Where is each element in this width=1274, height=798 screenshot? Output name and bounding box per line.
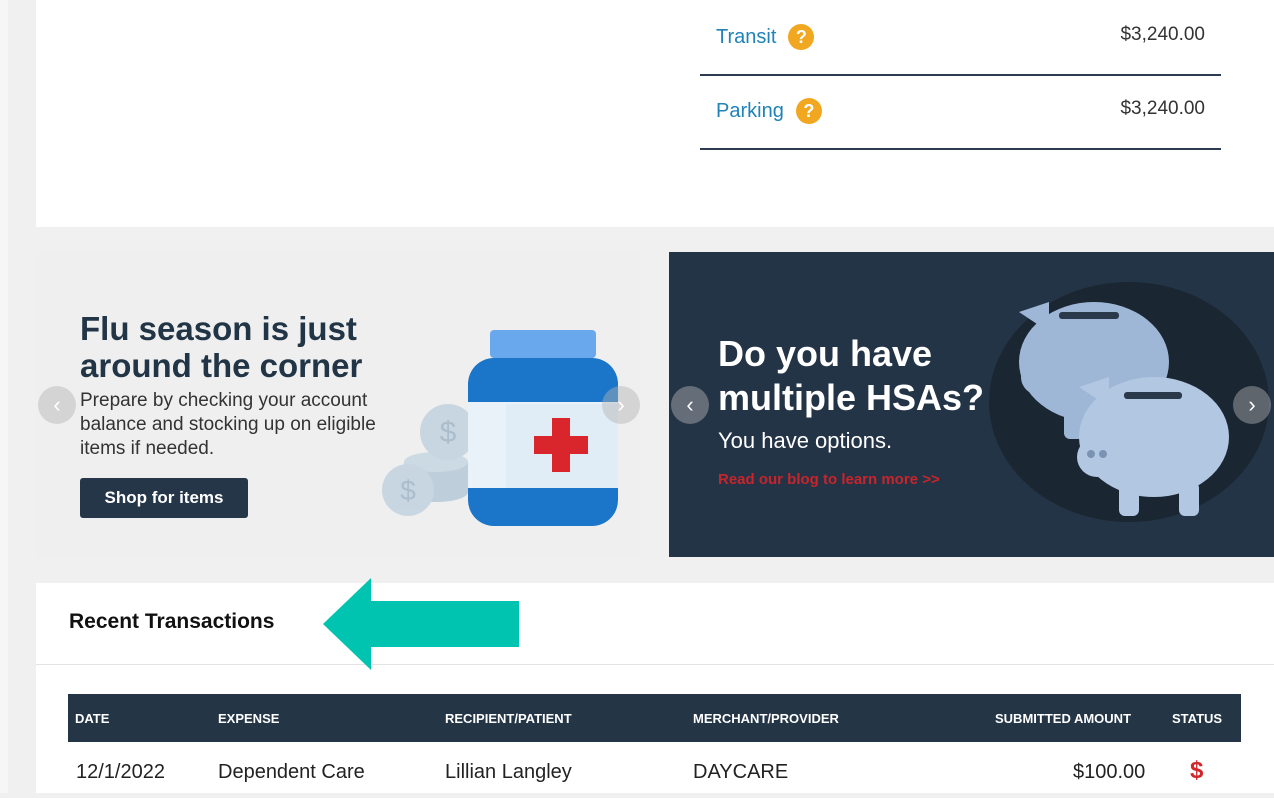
medicine-bottle-illustration: $ $ [382, 330, 618, 526]
column-header-amount[interactable]: SUBMITTED AMOUNT [995, 711, 1131, 726]
carousel-next-button[interactable]: › [1233, 386, 1271, 424]
svg-text:$: $ [440, 416, 457, 449]
piggy-bank-illustration [989, 282, 1269, 522]
cell-merchant: DAYCARE [693, 761, 789, 783]
column-header-merchant[interactable]: MERCHANT/PROVIDER [693, 711, 839, 726]
account-link-parking[interactable]: Parking [716, 100, 784, 123]
shop-for-items-button[interactable]: Shop for items [80, 478, 248, 518]
section-title: Recent Transactions [69, 610, 275, 633]
column-header-expense[interactable]: EXPENSE [218, 711, 279, 726]
banner-title: Do you have multiple HSAs? [718, 333, 985, 418]
banner-description: Prepare by checking your account balance… [80, 390, 376, 459]
account-row-transit: Transit ? $3,240.00 [700, 0, 1221, 76]
divider [36, 664, 1274, 665]
column-header-status[interactable]: STATUS [1172, 711, 1222, 726]
carousel-prev-button[interactable]: ‹ [671, 386, 709, 424]
banner-subtitle: You have options. [718, 428, 893, 453]
cell-date: 12/1/2022 [76, 761, 165, 783]
multiple-hsa-banner: Do you have multiple HSAs? You have opti… [669, 252, 1274, 557]
account-balance: $3,240.00 [1120, 24, 1205, 45]
column-header-recipient[interactable]: RECIPIENT/PATIENT [445, 711, 572, 726]
carousel-prev-button[interactable]: ‹ [38, 386, 76, 424]
account-row-parking: Parking ? $3,240.00 [700, 74, 1221, 150]
carousel-next-button[interactable]: › [602, 386, 640, 424]
transactions-table: DATE EXPENSE RECIPIENT/PATIENT MERCHANT/… [68, 694, 1241, 798]
help-icon[interactable]: ? [795, 98, 822, 124]
help-icon[interactable]: ? [788, 24, 815, 50]
cell-recipient: Lillian Langley [445, 761, 572, 783]
svg-text:$: $ [400, 475, 416, 506]
table-header: DATE EXPENSE RECIPIENT/PATIENT MERCHANT/… [68, 694, 1241, 742]
flu-season-banner: Flu season is just around the corner Pre… [36, 252, 641, 557]
cell-expense: Dependent Care [218, 761, 365, 783]
table-row[interactable]: 12/1/2022 Dependent Care Lillian Langley… [68, 742, 1241, 798]
account-balance: $3,240.00 [1120, 98, 1205, 119]
column-header-date[interactable]: DATE [75, 711, 109, 726]
page-left-strip [0, 0, 8, 793]
highlight-arrow-icon [323, 578, 519, 670]
cell-amount: $100.00 [1073, 761, 1146, 783]
read-blog-link[interactable]: Read our blog to learn more >> [718, 471, 940, 488]
account-link-transit[interactable]: Transit [716, 26, 776, 49]
status-dollar-icon[interactable]: $ [1190, 757, 1203, 785]
